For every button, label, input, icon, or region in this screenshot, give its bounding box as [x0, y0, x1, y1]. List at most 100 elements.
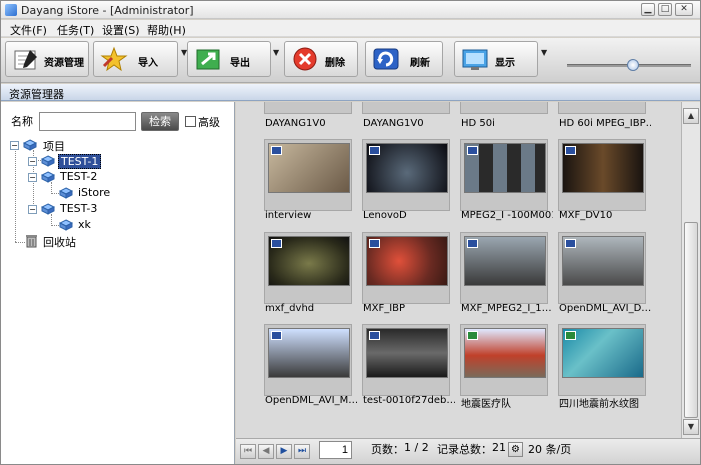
app-window: Dayang iStore - [Administrator] ▁ □ ✕ 文件… [0, 0, 701, 465]
asset-tile[interactable] [460, 324, 548, 396]
import-star-icon [100, 46, 128, 72]
video-badge-icon [565, 146, 576, 155]
asset-tile[interactable] [558, 232, 646, 304]
tree-item-istore[interactable]: iStore [59, 186, 139, 202]
tree-label-test1: TEST-1 [58, 154, 102, 169]
tree-line [15, 148, 16, 242]
maximize-button[interactable]: □ [658, 3, 672, 16]
asset-grid [236, 102, 681, 438]
video-badge-icon [467, 239, 478, 248]
title-bar[interactable]: Dayang iStore - [Administrator] ▁ □ ✕ [1, 1, 700, 19]
window-title: Dayang iStore - [Administrator] [21, 4, 194, 17]
delete-button[interactable]: 删除 [284, 41, 358, 77]
asset-tile[interactable] [460, 139, 548, 211]
asset-tile[interactable] [362, 102, 450, 114]
asset-tile[interactable] [264, 139, 352, 211]
collapse-toggle[interactable]: − [28, 173, 37, 182]
asset-label: MXF_IBP [363, 303, 406, 314]
advanced-label: 高级 [198, 116, 220, 129]
collapse-toggle[interactable]: − [28, 157, 37, 166]
tree-item-test3[interactable]: − TEST-3 [28, 202, 128, 218]
video-badge-icon [271, 239, 282, 248]
minimize-button[interactable]: ▁ [641, 3, 655, 16]
next-page-icon[interactable]: ▶ [276, 444, 292, 459]
asset-tile[interactable] [558, 324, 646, 396]
asset-tile[interactable] [558, 102, 646, 114]
tree-item-recycle-bin[interactable]: 回收站 [25, 234, 105, 250]
tree-item-xk[interactable]: xk [59, 218, 119, 234]
asset-tile[interactable] [264, 324, 352, 396]
folder-db-icon [41, 155, 55, 167]
menu-task[interactable]: 任务(T) [57, 22, 94, 38]
prev-page-icon[interactable]: ◀ [258, 444, 274, 459]
asset-label: interview [265, 210, 312, 221]
toolbar: 资源管理 导入 ▼ 导出 ▼ 删除 刷新 显示 ▼ [1, 38, 700, 83]
asset-label: MXF_MPEG2_I_1… [461, 303, 552, 314]
last-page-icon[interactable]: ⏭ [294, 444, 310, 459]
page-count-label: 页数： [371, 443, 404, 456]
tree-item-test2[interactable]: − TEST-2 [28, 170, 128, 186]
asset-tile[interactable] [264, 102, 352, 114]
folder-db-icon [59, 187, 73, 199]
asset-label: 地震医疗队 [461, 399, 511, 410]
delete-label: 删除 [325, 58, 345, 69]
app-icon [5, 4, 17, 16]
refresh-icon [373, 48, 399, 70]
export-button[interactable]: 导出 [187, 41, 271, 77]
video-badge-icon [565, 239, 576, 248]
export-label: 导出 [230, 58, 250, 69]
asset-tile[interactable] [264, 232, 352, 304]
tree-item-test1[interactable]: − TEST-1 [28, 154, 128, 170]
import-button[interactable]: 导入 [93, 41, 178, 77]
menu-file[interactable]: 文件(F) [10, 22, 47, 38]
asset-label: HD 60i MPEG_IBP… [559, 118, 651, 129]
zoom-slider-thumb[interactable] [627, 59, 639, 71]
per-page-label: 20 条/页 [528, 443, 572, 456]
search-button[interactable]: 检索 [141, 112, 179, 131]
folder-db-icon [59, 219, 73, 231]
display-button[interactable]: 显示 [454, 41, 538, 77]
page-number-input[interactable] [319, 441, 352, 459]
asset-label: DAYANG1V0 [265, 118, 326, 129]
asset-tree-panel: 名称 检索 高级 − 项目 − TEST-1 − TEST-2 iStore −… [1, 102, 235, 464]
refresh-button[interactable]: 刷新 [365, 41, 443, 77]
search-input[interactable] [39, 112, 136, 131]
collapse-toggle[interactable]: − [28, 205, 37, 214]
collapse-toggle[interactable]: − [10, 141, 19, 150]
asset-tile[interactable] [460, 102, 548, 114]
video-badge-icon [369, 331, 380, 340]
asset-tile[interactable] [362, 139, 450, 211]
display-dropdown-arrow[interactable]: ▼ [541, 48, 547, 57]
tree-item-project[interactable]: − 项目 [10, 138, 110, 154]
asset-label: test-0010f27deb… [363, 395, 455, 406]
asset-label: MXF_DV10 [559, 210, 613, 221]
total-records: 21 [492, 441, 506, 454]
scroll-up-icon[interactable]: ▲ [683, 108, 699, 124]
menu-bar: 文件(F) 任务(T) 设置(S) 帮助(H) [1, 20, 700, 37]
tree-label-istore: iStore [78, 186, 111, 199]
menu-settings[interactable]: 设置(S) [102, 22, 140, 38]
page-settings-icon[interactable]: ⚙ [508, 442, 523, 457]
image-badge-icon [467, 331, 478, 340]
asset-label: DAYANG1V0 [363, 118, 424, 129]
asset-label: HD 50i [461, 118, 495, 129]
tree-label-xk: xk [78, 218, 91, 231]
scroll-down-icon[interactable]: ▼ [683, 419, 699, 435]
asset-tile[interactable] [362, 324, 450, 396]
asset-tile[interactable] [558, 139, 646, 211]
asset-tile[interactable] [362, 232, 450, 304]
search-name-label: 名称 [11, 115, 33, 128]
close-button[interactable]: ✕ [675, 3, 693, 16]
scrollbar-thumb[interactable] [684, 222, 698, 418]
video-badge-icon [369, 146, 380, 155]
display-monitor-icon [462, 49, 488, 70]
grid-scrollbar[interactable]: ▲ ▼ [681, 102, 700, 438]
panel-title: 资源管理器 [9, 88, 64, 101]
first-page-icon[interactable]: ⏮ [240, 444, 256, 459]
asset-manager-button[interactable]: 资源管理 [5, 41, 89, 77]
advanced-checkbox[interactable] [185, 116, 196, 127]
menu-help[interactable]: 帮助(H) [147, 22, 186, 38]
asset-tile[interactable] [460, 232, 548, 304]
export-dropdown-arrow[interactable]: ▼ [273, 48, 279, 57]
tree-label-recycle-bin: 回收站 [43, 236, 76, 249]
